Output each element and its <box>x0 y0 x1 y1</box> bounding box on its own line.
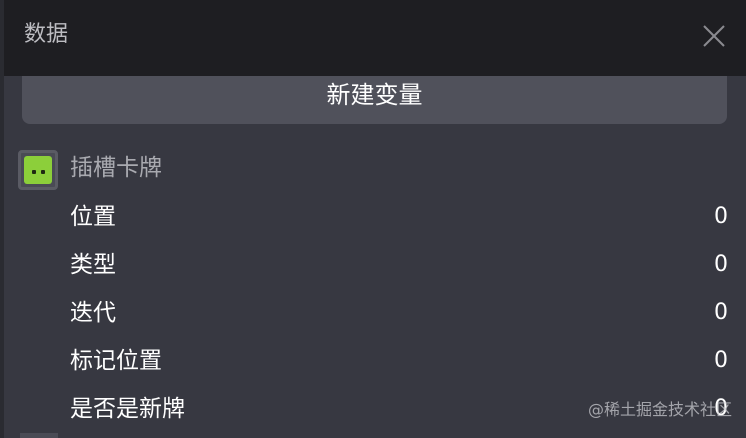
variable-value: 0 <box>714 300 728 325</box>
data-panel: 数据 新建变量 插槽卡牌 位置 0 类型 0 迭代 0 标记位置 0 是否是新牌… <box>0 0 746 438</box>
variable-name: 标记位置 <box>70 348 162 374</box>
panel-header: 数据 <box>4 0 746 76</box>
variable-row-iteration[interactable]: 迭代 0 <box>70 296 728 336</box>
panel-title: 数据 <box>24 22 69 47</box>
variable-name: 类型 <box>70 252 116 278</box>
new-variable-button[interactable]: 新建变量 <box>22 76 727 124</box>
variable-value: 0 <box>714 252 728 277</box>
slot-card-icon <box>18 150 58 190</box>
variable-value: 0 <box>714 204 728 229</box>
variable-row-marked-position[interactable]: 标记位置 0 <box>70 344 728 384</box>
variable-row-type[interactable]: 类型 0 <box>70 248 728 288</box>
variable-name: 位置 <box>70 204 116 230</box>
variable-group-header[interactable]: 插槽卡牌 <box>18 148 718 190</box>
group-label: 插槽卡牌 <box>70 155 162 181</box>
close-icon[interactable] <box>702 24 726 48</box>
variable-name: 迭代 <box>70 300 116 326</box>
watermark: @稀土掘金技术社区 <box>587 400 732 419</box>
variable-value: 0 <box>714 348 728 373</box>
next-item-stub <box>20 433 58 438</box>
variable-name: 是否是新牌 <box>70 396 185 422</box>
variable-row-position[interactable]: 位置 0 <box>70 200 728 240</box>
